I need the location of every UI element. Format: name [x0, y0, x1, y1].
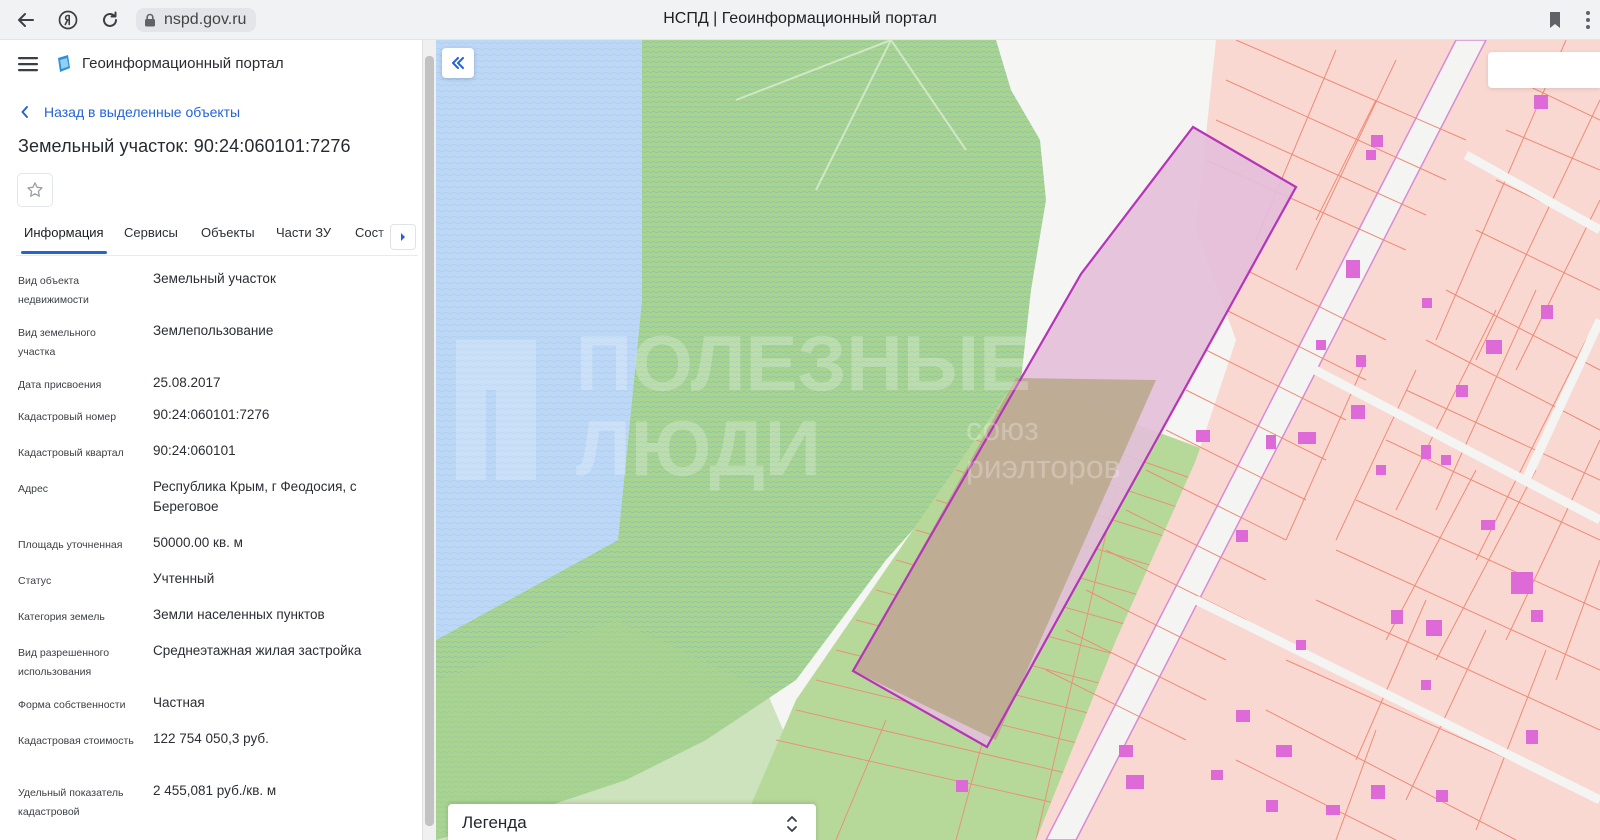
legend-label: Легенда — [462, 813, 527, 832]
back-to-selected-link[interactable]: Назад в выделенные объекты — [20, 102, 240, 122]
property-value: 25.08.2017 — [153, 375, 221, 390]
more-dots-icon[interactable] — [1582, 9, 1594, 31]
property-value: 50000.00 кв. м — [153, 535, 243, 550]
tabs-scroll-right-button[interactable] — [390, 224, 416, 250]
chevron-right-icon — [401, 233, 405, 241]
bookmark-icon[interactable] — [1545, 10, 1565, 30]
property-label: Категория земель — [18, 611, 105, 623]
tab-objects[interactable]: Объекты — [201, 225, 255, 240]
portal-name: Геоинформационный портал — [82, 55, 284, 72]
property-label: Форма собственности — [18, 699, 126, 711]
collapse-panel-button[interactable] — [442, 48, 474, 78]
property-value: 90:24:060101:7276 — [153, 407, 270, 422]
property-label: Вид земельного участка — [18, 327, 96, 358]
window-title: НСПД | Геоинформационный портал — [663, 10, 937, 27]
property-value: Землепользование — [153, 323, 274, 338]
property-label: Вид объекта недвижимости — [18, 275, 89, 306]
property-label: Кадастровый квартал — [18, 447, 124, 459]
property-value: Земли населенных пунктов — [153, 607, 325, 622]
property-value: 2 455,081 руб./кв. м — [153, 783, 277, 798]
property-value: Республика Крым, г Феодосия, с Береговое — [153, 479, 357, 514]
active-tab-indicator — [21, 251, 107, 254]
star-icon — [27, 182, 43, 197]
cadastral-map[interactable]: ПОЛЕЗНЫЕ ЛЮДИ союз риэлторов Легенда — [436, 40, 1600, 840]
object-info-panel: Геоинформационный портал Назад в выделен… — [0, 40, 422, 840]
property-label: Вид разрешенного использования — [18, 647, 110, 678]
property-value: 90:24:060101 — [153, 443, 236, 458]
property-label: Дата присвоения — [18, 379, 102, 391]
property-label: Удельный показатель кадастровой — [18, 787, 124, 818]
property-label: Адрес — [18, 483, 49, 495]
property-value: Частная — [153, 695, 205, 710]
tab-services[interactable]: Сервисы — [124, 225, 178, 240]
object-title: Земельный участок: 90:24:060101:7276 — [18, 136, 351, 156]
map-control-box[interactable] — [1488, 52, 1600, 88]
property-value: 122 754 050,3 руб. — [153, 731, 269, 746]
double-chevron-left-icon — [452, 57, 464, 69]
portal-logo-icon — [58, 55, 70, 72]
tab-information[interactable]: Информация — [24, 225, 104, 240]
property-value: Среднеэтажная жилая застройка — [153, 643, 362, 658]
property-label: Кадастровый номер — [18, 411, 117, 423]
chevron-left-icon — [21, 106, 28, 118]
menu-icon[interactable] — [18, 56, 38, 72]
expand-collapse-icon[interactable] — [786, 814, 798, 834]
map-canvas[interactable] — [436, 40, 1600, 840]
property-label: Площадь уточненная — [18, 539, 123, 551]
tab-composition[interactable]: Сост — [355, 225, 384, 240]
favorite-button[interactable] — [17, 173, 53, 207]
property-value: Земельный участок — [153, 271, 276, 286]
info-tabs: Информация Сервисы Объекты Части ЗУ Сост — [16, 220, 418, 256]
panel-scrollbar[interactable] — [422, 40, 436, 840]
property-value: Учтенный — [153, 571, 215, 586]
back-link-label: Назад в выделенные объекты — [44, 104, 241, 120]
tab-land-parts[interactable]: Части ЗУ — [276, 225, 331, 240]
property-label: Статус — [18, 575, 52, 587]
panel-scrollbar-thumb[interactable] — [425, 56, 434, 826]
legend-panel[interactable]: Легенда — [448, 804, 816, 840]
property-label: Кадастровая стоимость — [18, 735, 134, 747]
browser-toolbar: nspd.gov.ru НСПД | Геоинформационный пор… — [0, 0, 1600, 40]
